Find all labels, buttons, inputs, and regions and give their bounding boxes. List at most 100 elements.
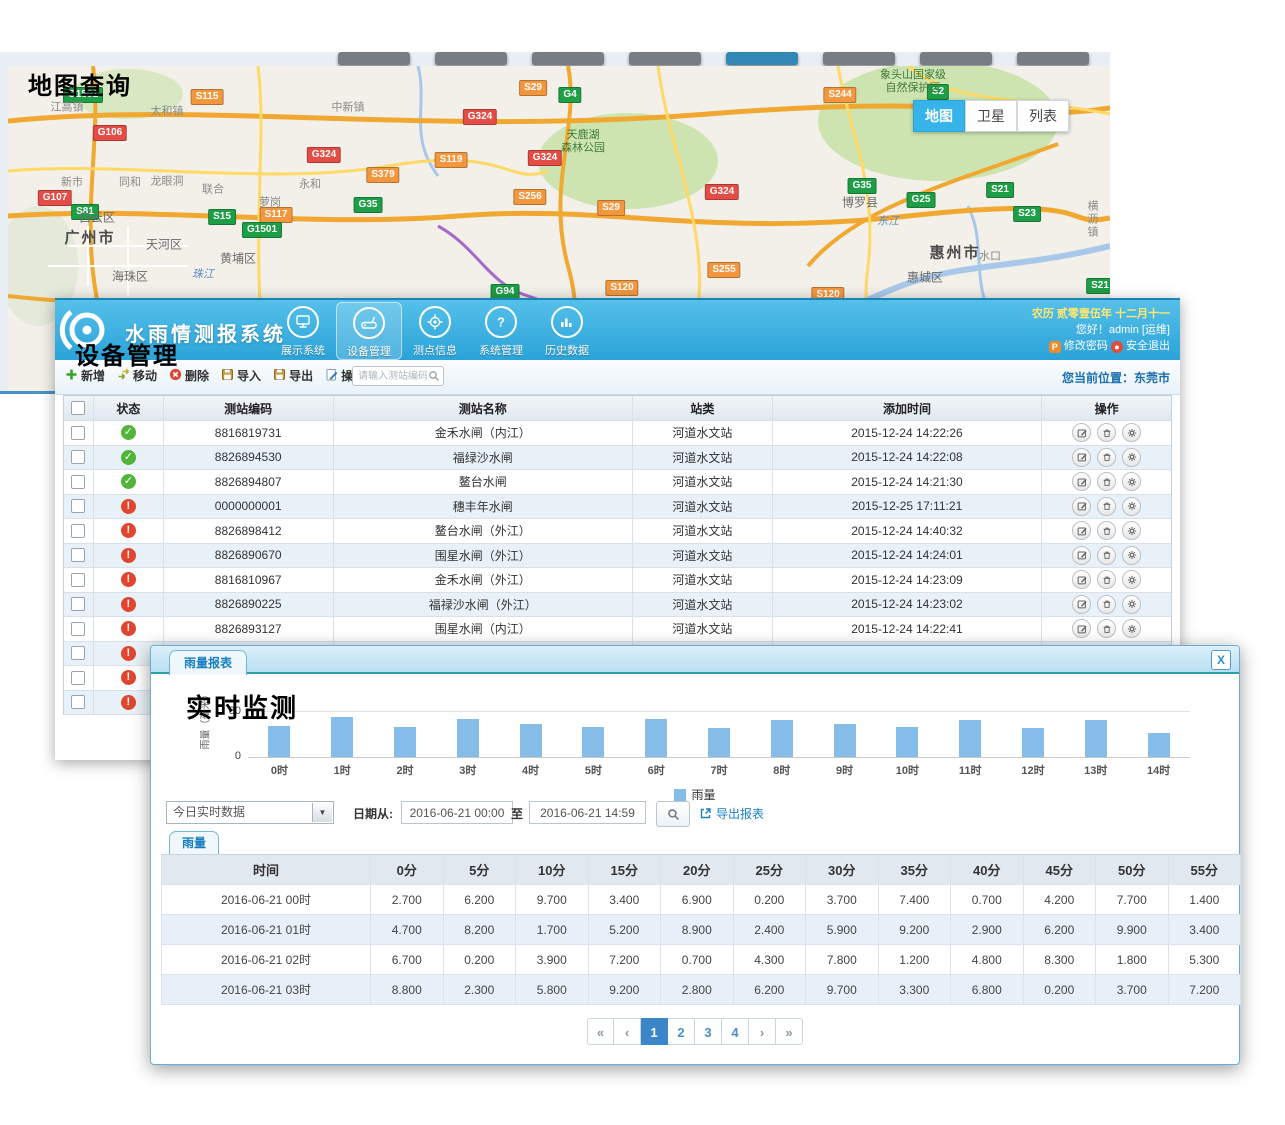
- rain-value-cell: 9.200: [589, 975, 662, 1005]
- rain-value-cell: 8.200: [444, 915, 517, 945]
- row-checkbox[interactable]: [71, 597, 85, 611]
- row-checkbox[interactable]: [71, 646, 85, 660]
- row-checkbox[interactable]: [71, 475, 85, 489]
- delete-row-icon[interactable]: [1097, 619, 1116, 638]
- config-icon[interactable]: [1122, 570, 1141, 589]
- logout-link[interactable]: 安全退出: [1126, 340, 1170, 352]
- map-view-button-卫星[interactable]: 卫星: [965, 100, 1017, 132]
- edit-icon[interactable]: [1072, 570, 1091, 589]
- delete-row-icon[interactable]: [1097, 448, 1116, 467]
- status-error-icon: !: [121, 499, 136, 514]
- edit-icon[interactable]: [1072, 595, 1091, 614]
- background-tab[interactable]: [920, 52, 992, 65]
- page-button-2[interactable]: 2: [668, 1018, 695, 1045]
- column-header: 测站编码: [164, 396, 334, 421]
- change-password-link[interactable]: 修改密码: [1064, 340, 1108, 352]
- config-icon[interactable]: [1122, 448, 1141, 467]
- toolbar-button-删除[interactable]: 删除: [169, 367, 209, 384]
- background-tab[interactable]: [532, 52, 604, 65]
- page-button-next[interactable]: ›: [749, 1018, 776, 1045]
- config-icon[interactable]: [1122, 497, 1141, 516]
- x-tick-label: 2时: [396, 762, 413, 778]
- nav-item-测点信息[interactable]: 测点信息: [402, 302, 468, 360]
- tab-rain-report[interactable]: 雨量报表: [169, 650, 247, 675]
- status-cell: !: [94, 519, 164, 544]
- config-icon[interactable]: [1122, 595, 1141, 614]
- page-button-prev[interactable]: ‹: [614, 1018, 641, 1045]
- nav-item-系统管理[interactable]: ?系统管理: [468, 302, 534, 360]
- edit-icon[interactable]: [1072, 546, 1091, 565]
- bar: [645, 719, 667, 757]
- map-view-button-列表[interactable]: 列表: [1017, 100, 1069, 132]
- background-tab[interactable]: [726, 52, 798, 65]
- export-report-link[interactable]: 导出报表: [699, 805, 764, 822]
- row-checkbox[interactable]: [71, 426, 85, 440]
- toolbar-button-导入[interactable]: 导入: [221, 367, 261, 384]
- select-all-checkbox[interactable]: [71, 401, 85, 415]
- page-button-last[interactable]: »: [776, 1018, 803, 1045]
- page-button-1[interactable]: 1: [641, 1018, 668, 1045]
- toolbar-button-label: 导入: [237, 367, 261, 384]
- row-checkbox[interactable]: [71, 499, 85, 513]
- page-button-first[interactable]: «: [587, 1018, 614, 1045]
- nav-item-历史数据[interactable]: 历史数据: [534, 302, 600, 360]
- map-label: 联合: [202, 184, 224, 197]
- config-icon[interactable]: [1122, 521, 1141, 540]
- config-icon[interactable]: [1122, 546, 1141, 565]
- bar: [520, 724, 542, 757]
- edit-icon[interactable]: [1072, 497, 1091, 516]
- added-time-cell: 2015-12-24 14:22:41: [773, 617, 1043, 642]
- row-checkbox[interactable]: [71, 671, 85, 685]
- delete-row-icon[interactable]: [1097, 521, 1116, 540]
- export-icon: [273, 368, 289, 384]
- edit-icon[interactable]: [1072, 619, 1091, 638]
- page-button-3[interactable]: 3: [695, 1018, 722, 1045]
- edit-icon[interactable]: [1072, 521, 1091, 540]
- toolbar-button-导出[interactable]: 导出: [273, 367, 313, 384]
- background-tab[interactable]: [1017, 52, 1089, 65]
- search-icon[interactable]: [428, 370, 440, 382]
- row-checkbox[interactable]: [71, 573, 85, 587]
- config-icon[interactable]: [1122, 472, 1141, 491]
- edit-icon[interactable]: [1072, 448, 1091, 467]
- delete-row-icon[interactable]: [1097, 570, 1116, 589]
- delete-row-icon[interactable]: [1097, 595, 1116, 614]
- row-checkbox[interactable]: [71, 548, 85, 562]
- background-tab[interactable]: [629, 52, 701, 65]
- row-checkbox[interactable]: [71, 524, 85, 538]
- filter-search-button[interactable]: [656, 801, 690, 827]
- dataset-dropdown[interactable]: 今日实时数据 ▼: [166, 801, 334, 824]
- minute-column-header: 55分: [1169, 855, 1242, 885]
- delete-row-icon[interactable]: [1097, 497, 1116, 516]
- edit-icon[interactable]: [1072, 472, 1091, 491]
- date-from-input[interactable]: [401, 801, 513, 824]
- road-badge: S29: [597, 200, 625, 216]
- background-tab[interactable]: [435, 52, 507, 65]
- page-button-4[interactable]: 4: [722, 1018, 749, 1045]
- station-code-cell: 8826894530: [164, 446, 334, 471]
- edit-icon[interactable]: [1072, 423, 1091, 442]
- bar: [708, 728, 730, 757]
- close-icon[interactable]: X: [1211, 650, 1231, 670]
- tab-rain[interactable]: 雨量: [169, 831, 219, 855]
- background-tab[interactable]: [338, 52, 410, 65]
- config-icon[interactable]: [1122, 423, 1141, 442]
- nav-item-展示系统[interactable]: 展示系统: [270, 302, 336, 360]
- map-view-button-地图[interactable]: 地图: [913, 100, 965, 132]
- nav-item-设备管理[interactable]: 设备管理: [336, 302, 402, 360]
- delete-row-icon[interactable]: [1097, 423, 1116, 442]
- road-badge: S15: [208, 209, 236, 225]
- background-tab[interactable]: [823, 52, 895, 65]
- config-icon[interactable]: [1122, 619, 1141, 638]
- row-checkbox[interactable]: [71, 450, 85, 464]
- delete-row-icon[interactable]: [1097, 546, 1116, 565]
- delete-row-icon[interactable]: [1097, 472, 1116, 491]
- map-label: 白云区: [79, 212, 115, 225]
- row-checkbox[interactable]: [71, 622, 85, 636]
- toolbar-button-移动[interactable]: 移动: [117, 367, 157, 384]
- toolbar-button-新增[interactable]: 新增: [65, 367, 105, 384]
- import-icon: [221, 368, 237, 384]
- row-checkbox[interactable]: [71, 695, 85, 709]
- device-icon: [353, 307, 385, 339]
- date-to-input[interactable]: [529, 801, 646, 824]
